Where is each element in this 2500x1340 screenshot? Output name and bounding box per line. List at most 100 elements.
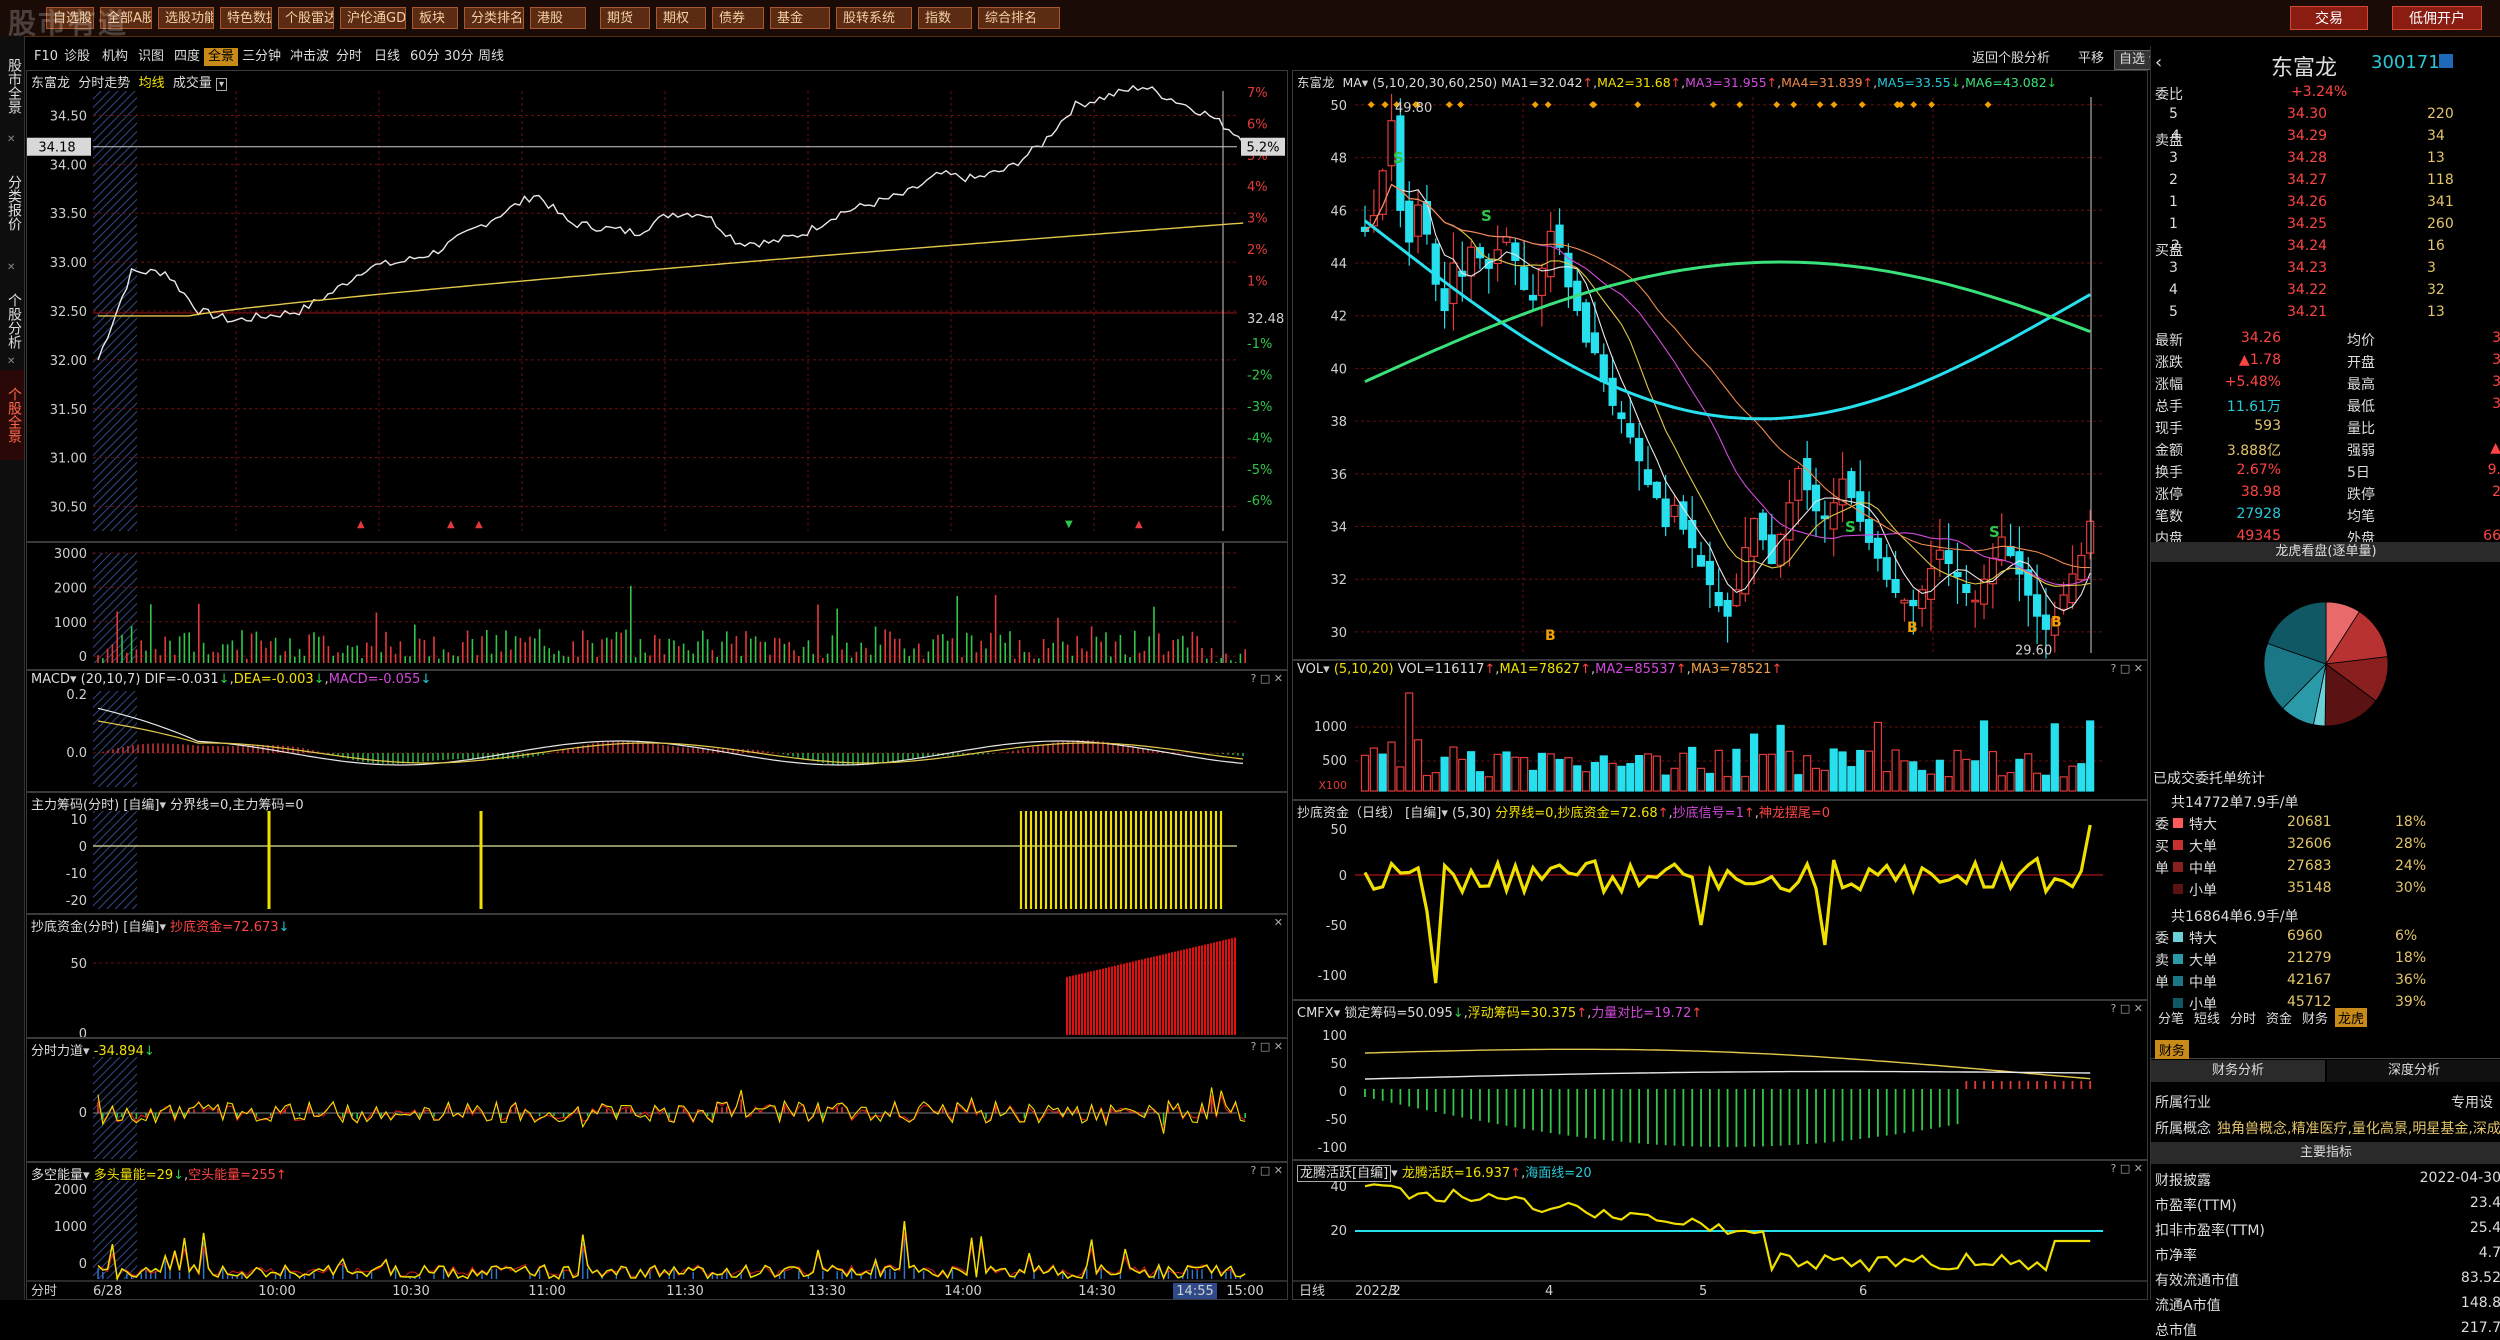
candle-body (1643, 469, 1653, 485)
right-tab[interactable]: 资金 (2263, 1008, 2295, 1027)
open-account-button[interactable]: 低佣开户 (2392, 6, 2482, 30)
daily-volume-bar (1785, 750, 1794, 792)
daily-volume-bar (1864, 750, 1874, 792)
dragon-svg[interactable]: 4020日线 2022/23 4 5 6 (1293, 1161, 2147, 1299)
toolbar-button[interactable]: 综合排名 (978, 7, 1060, 29)
period-tab[interactable]: 分时 (336, 48, 362, 66)
finance-analysis-tab[interactable]: 财务分析 (2151, 1060, 2325, 1082)
intraday-chip-svg[interactable]: 10 0 -10 -20 (27, 793, 1287, 913)
pct-tick-label: 3% (1247, 212, 1268, 227)
candle-body (1590, 332, 1600, 354)
axis-tick-label: 50 (1330, 823, 1347, 838)
period-tab[interactable]: 周线 (478, 48, 504, 66)
toolbar-button[interactable]: 债券 (712, 7, 764, 29)
side-tab-market-overview[interactable]: 股市全景 (0, 46, 24, 126)
candle-body (2086, 520, 2095, 554)
force-line-red (97, 1090, 1246, 1131)
right-tab[interactable]: 分笔 (2155, 1008, 2187, 1027)
candle-body (1856, 491, 1865, 522)
trade-button[interactable]: 交易 (2290, 6, 2368, 30)
period-tab[interactable]: 识图 (138, 48, 164, 66)
info-icon[interactable] (2439, 54, 2453, 68)
candle-body (1413, 204, 1423, 237)
finance-tab[interactable]: 财务 (2155, 1040, 2190, 1059)
daily-volume-bar (1396, 766, 1405, 792)
toolbar-button[interactable]: 选股功能 (158, 7, 214, 29)
axis-tick-label: -50 (1326, 919, 1347, 934)
intraday-bottom-fund-svg[interactable]: 50 0 (27, 915, 1287, 1037)
sell-signal-marker: S (1845, 518, 1856, 536)
candle-body (1953, 571, 1962, 578)
side-tab-category-quotes[interactable]: 分类报价 (0, 148, 24, 258)
diamond-marker: ◆ (1790, 100, 1797, 110)
toolbar-button[interactable]: 股转系统 (836, 7, 912, 29)
right-tab[interactable]: 分时 (2227, 1008, 2259, 1027)
toolbar-button[interactable]: 沪伦通GDR (340, 7, 406, 29)
intraday-volume-svg[interactable]: 3000 2000 1000 0 (27, 543, 1287, 669)
period-tab[interactable]: 冲击波 (290, 48, 329, 66)
pct-tick-label: -5% (1247, 463, 1272, 478)
daily-volume-svg[interactable]: 1000 500 X100 (1293, 661, 2147, 799)
cmfx-svg[interactable]: 100 50 0 -50 -100 (1293, 1001, 2147, 1159)
buy-stat-row: 买大单 32606 28% (2155, 836, 2427, 855)
daily-volume-bar (1537, 752, 1546, 792)
pct-tick-label: -6% (1247, 494, 1272, 509)
period-tab[interactable]: 日线 (374, 48, 400, 66)
period-tab[interactable]: 三分钟 (242, 48, 281, 66)
side-tab-stock-panorama[interactable]: 个股全景 (0, 370, 24, 460)
toolbar-button[interactable]: 基金 (770, 7, 830, 29)
toolbar-button[interactable]: 分类排名 (464, 7, 524, 29)
stock-code: 300171 (2371, 52, 2440, 73)
toolbar-button[interactable]: 板块 (412, 7, 458, 29)
daily-volume-bar (1714, 749, 1723, 792)
toolbar-button[interactable]: 个股雷达 (278, 7, 334, 29)
toolbar-button[interactable]: 特色数据 (220, 7, 272, 29)
toolbar-button[interactable]: 期货 (600, 7, 650, 29)
period-tab[interactable]: 全景 (204, 48, 239, 66)
daily-volume-bar (1971, 760, 1980, 792)
sell-stat-row: 单中单 42167 36% (2155, 972, 2427, 991)
candle-body (1714, 591, 1723, 607)
daily-bottom-fund-svg[interactable]: 50 0 -50 -100 (1293, 801, 2147, 999)
daily-volume-bar (1608, 762, 1617, 792)
close-icon[interactable]: ✕ (7, 356, 15, 367)
period-tab[interactable]: 60分 (410, 48, 440, 66)
toolbar-button[interactable]: 期权 (656, 7, 706, 29)
intraday-force-svg[interactable]: 0 (27, 1039, 1287, 1161)
stats-title: 已成交委托单统计 (2153, 771, 2265, 787)
daily-kline-svg[interactable]: 50 48 46 44 42 40 38 36 34 32 30 ◆ ◆ ◆ ◆ ◆ ◆ ◆ ◆ ◆ ◆ ◆ ◆ ◆ ◆ ◆ ◆ ◆ ◆… (1293, 71, 2147, 659)
axis-tick-label: 44 (1330, 257, 1347, 272)
toolbar-button[interactable]: 指数 (918, 7, 972, 29)
pan-button[interactable]: 平移 (2078, 50, 2104, 68)
side-tab-stock-analysis[interactable]: 个股分析 (0, 276, 24, 366)
daily-volume-bar (1705, 772, 1714, 792)
close-icon[interactable]: ✕ (7, 262, 15, 273)
period-tab[interactable]: 30分 (444, 48, 474, 66)
intraday-macd-svg[interactable]: 0.2 0.0 (27, 671, 1287, 791)
candle-body (1873, 537, 1883, 559)
period-tab[interactable]: 四度 (174, 48, 200, 66)
diamond-marker: ◆ (1532, 100, 1539, 110)
right-tab[interactable]: 短线 (2191, 1008, 2223, 1027)
axis-tick-label: 30.50 (50, 501, 87, 516)
toolbar-button[interactable]: 港股 (530, 7, 586, 29)
axis-tick-label: -100 (1317, 1141, 1347, 1156)
back-to-analysis-link[interactable]: 返回个股分析 (1972, 50, 2050, 68)
right-tabs: 分笔 短线 分时 资金 财务 龙虎 (2151, 1006, 2500, 1028)
period-tab[interactable]: 机构 (102, 48, 128, 66)
candle-body (2059, 594, 2068, 610)
candle-body (1449, 262, 1458, 305)
intraday-price-svg[interactable]: 34.50 34.00 33.50 33.00 32.50 32.00 31.50 31.00… (27, 71, 1287, 541)
daily-volume-bar (1643, 753, 1653, 792)
period-tab[interactable]: F10 (34, 48, 58, 66)
intraday-energy-svg[interactable]: 2000 1000 0 分时 6/28 10:00 10:30 11:00 11:30 13:30… (27, 1163, 1287, 1299)
period-tab[interactable]: 诊股 (64, 48, 90, 66)
candle-body (1467, 246, 1476, 277)
deep-analysis-tab[interactable]: 深度分析 (2327, 1060, 2500, 1082)
back-arrow-icon[interactable]: ‹ (2155, 52, 2162, 73)
right-tab[interactable]: 财务 (2299, 1008, 2331, 1027)
time-tick-label: 14:00 (944, 1284, 981, 1299)
daily-volume-bar (1935, 759, 1944, 792)
right-tab[interactable]: 龙虎 (2335, 1008, 2368, 1027)
close-icon[interactable]: ✕ (7, 134, 15, 145)
